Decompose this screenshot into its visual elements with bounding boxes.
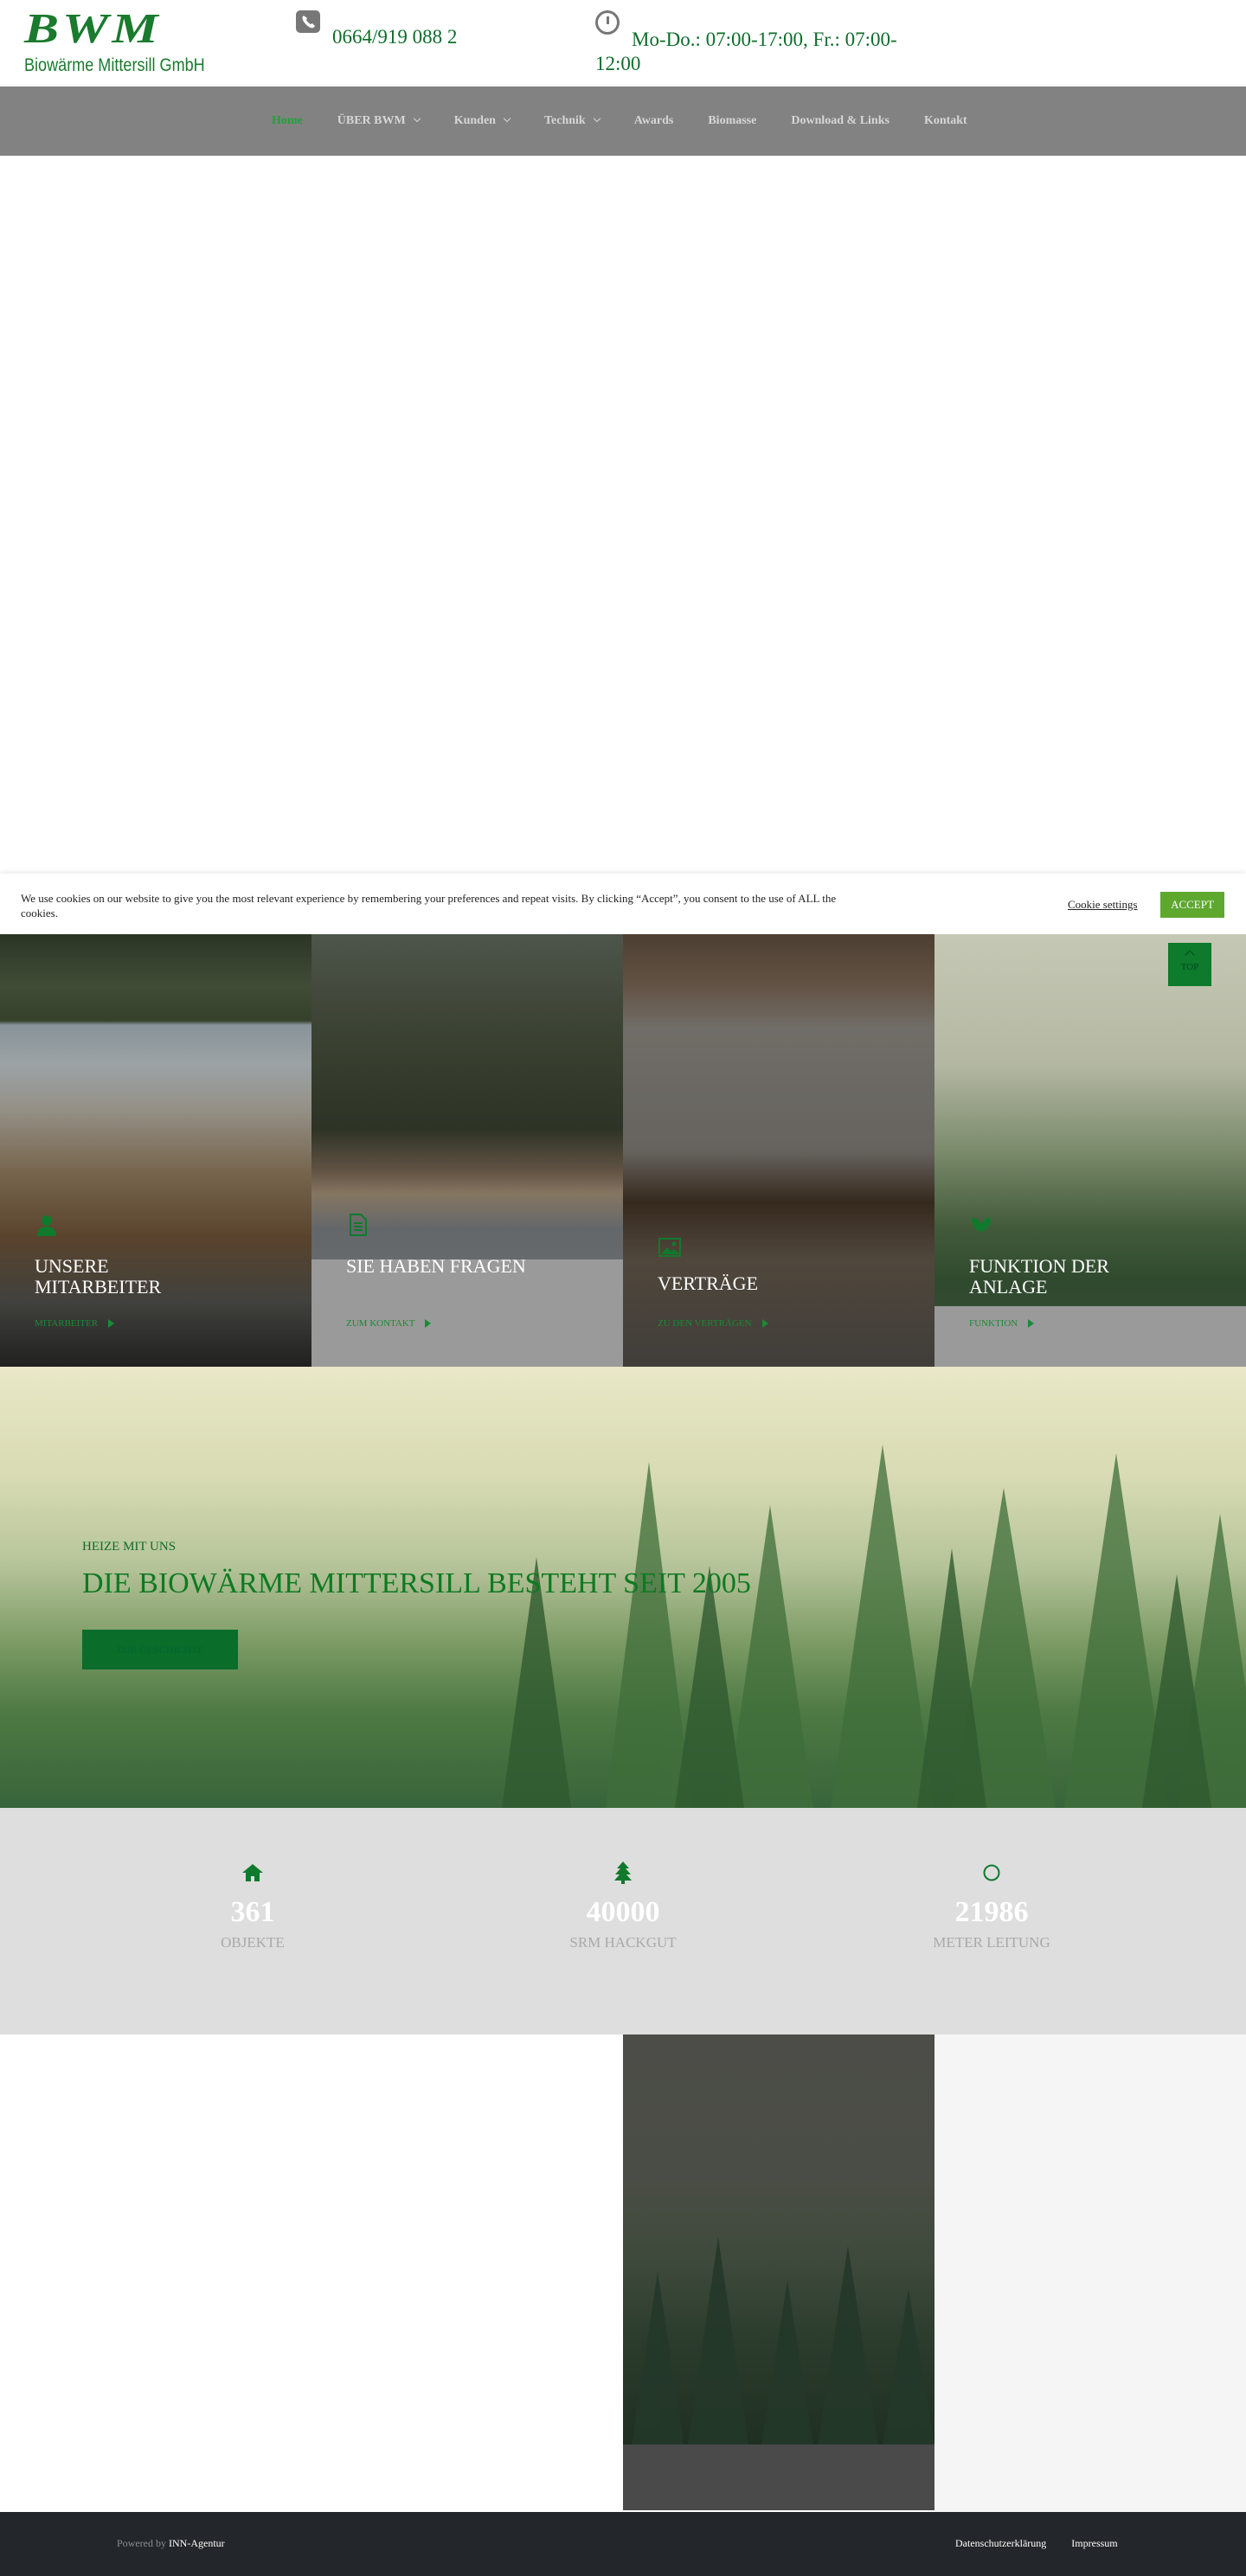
tile-title: VERTRÄGE [658, 1272, 759, 1294]
circle-icon [983, 1864, 1000, 1881]
forest-image [623, 2035, 934, 2445]
tile-link[interactable]: FUNKTION [969, 1318, 1035, 1329]
phone-number[interactable]: 0664/919 088 2 [332, 26, 457, 48]
opening-hours: Mo-Do.: 07:00-17:00, Fr.: 07:00-12:00 [595, 29, 897, 74]
user-icon [37, 1215, 56, 1236]
tile-funktion[interactable]: FUNKTION DER ANLAGE FUNKTION [934, 934, 1246, 1367]
cookie-consent-bar: We use cookies on our website to give yo… [0, 874, 1246, 934]
tile-overlay [623, 934, 934, 1367]
stat-objekte: 361 OBJEKTE [123, 1862, 382, 1951]
stat-srm-hackgut: 40000 SRM HACKGUT [493, 1862, 753, 1951]
leaf-icon [972, 1218, 991, 1232]
main-navigation: Home ÜBER BWM Kunden Technik Awards Biom… [0, 87, 1246, 156]
logo-mark: BWM [24, 4, 162, 52]
scroll-to-top-button[interactable]: TOP [1168, 943, 1211, 986]
side-panel [934, 2035, 1246, 2512]
stat-label: METER LEITUNG [933, 1934, 1050, 1951]
history-button[interactable]: ZUR GESCHICHTE [82, 1630, 238, 1669]
site-footer: Powered by INN-Agentur Datenschutzerklär… [0, 2512, 1246, 2576]
tile-panel [934, 1306, 1246, 1367]
nav-item-home[interactable]: Home [272, 114, 303, 128]
privacy-link[interactable]: Datenschutzerklärung [955, 2537, 1046, 2549]
stat-value: 361 [230, 1896, 275, 1928]
tile-vertraege[interactable]: VERTRÄGE ZU DEN VERTRÄGEN [623, 934, 934, 1367]
nav-item-kunden[interactable]: Kunden [454, 114, 511, 128]
stat-value: 21986 [954, 1896, 1029, 1928]
stat-label: OBJEKTE [221, 1934, 285, 1951]
tile-mitarbeiter[interactable]: UNSERE MITARBEITER MITARBEITER [0, 934, 312, 1367]
powered-by: Powered by INN-Agentur [117, 2537, 225, 2549]
nav-item-awards[interactable]: Awards [634, 114, 674, 128]
nav-item-biomasse[interactable]: Biomasse [708, 114, 756, 128]
nav-item-ueber-bwm[interactable]: ÜBER BWM [337, 114, 421, 128]
document-icon [350, 1214, 367, 1236]
chevron-down-icon [503, 114, 511, 123]
tile-title: UNSERE MITARBEITER [35, 1255, 162, 1298]
arrow-right-icon [108, 1319, 115, 1329]
nav-item-download-links[interactable]: Download & Links [791, 114, 890, 128]
tree-icon [614, 1862, 632, 1884]
chevron-down-icon [413, 114, 421, 123]
forest-silhouette [632, 2237, 934, 2445]
stat-value: 40000 [586, 1896, 660, 1928]
tile-link[interactable]: MITARBEITER [35, 1318, 115, 1329]
footer-links: Datenschutzerklärung Impressum [955, 2537, 1140, 2550]
tile-title: SIE HABEN FRAGEN [346, 1255, 526, 1277]
tile-title: FUNKTION DER ANLAGE [969, 1255, 1109, 1298]
cookie-accept-button[interactable]: ACCEPT [1160, 892, 1224, 918]
chevron-down-icon [593, 114, 601, 123]
forest-banner: HEIZE MIT UNS DIE BIOWÄRME MITTERSILL BE… [0, 1367, 1246, 1808]
tile-overlay [0, 934, 312, 1367]
agency-link[interactable]: INN-Agentur [169, 2537, 225, 2549]
tile-fragen[interactable]: SIE HABEN FRAGEN ZUM KONTAKT [312, 934, 623, 1367]
cookie-message: We use cookies on our website to give yo… [21, 892, 837, 920]
tile-link[interactable]: ZUM KONTAKT [346, 1318, 432, 1329]
nav-item-technik[interactable]: Technik [544, 114, 601, 128]
site-header: BWM Biowärme Mittersill GmbH 0664/919 08… [0, 0, 1246, 87]
logo-subtitle: Biowärme Mittersill GmbH [24, 55, 205, 75]
stat-meter-leitung: 21986 METER LEITUNG [862, 1862, 1121, 1951]
forest-silhouette [502, 1445, 1246, 1808]
statistics-section: 361 OBJEKTE 40000 SRM HACKGUT 21986 METE… [0, 1808, 1246, 2035]
feature-tiles: UNSERE MITARBEITER MITARBEITER SIE HABEN… [0, 934, 1246, 1367]
arrow-right-icon [1028, 1319, 1035, 1329]
stat-label: SRM HACKGUT [569, 1934, 677, 1951]
banner-heading: DIE BIOWÄRME MITTERSILL BESTEHT SEIT 200… [82, 1567, 751, 1599]
arrow-right-icon [425, 1319, 432, 1329]
image-icon [658, 1238, 681, 1257]
chevron-up-icon [1185, 950, 1195, 960]
cookie-settings-link[interactable]: Cookie settings [1068, 898, 1138, 912]
imprint-link[interactable]: Impressum [1071, 2537, 1117, 2549]
image-caption-bar [623, 2445, 934, 2510]
banner-eyebrow: HEIZE MIT UNS [82, 1540, 177, 1554]
phone-icon [296, 10, 320, 33]
hero-slider-area [0, 156, 1246, 874]
tile-link[interactable]: ZU DEN VERTRÄGEN [658, 1318, 768, 1329]
site-logo[interactable]: BWM Biowärme Mittersill GmbH [24, 7, 206, 80]
lower-section [0, 2035, 1246, 2512]
home-icon [242, 1864, 263, 1881]
arrow-right-icon [761, 1319, 768, 1329]
nav-item-kontakt[interactable]: Kontakt [924, 114, 967, 128]
tile-image [934, 934, 1246, 1367]
